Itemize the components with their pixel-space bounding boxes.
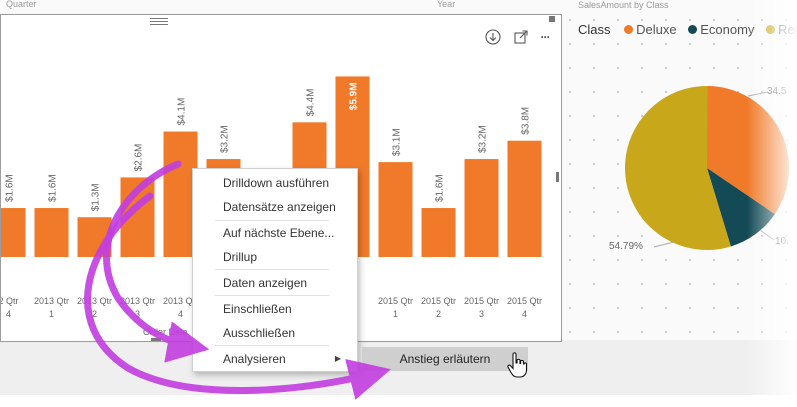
menu-item-include[interactable]: Einschließen [223, 299, 292, 319]
x-tick-label: 2013 Qtr [34, 296, 69, 306]
data-label: $1.6M [435, 174, 446, 202]
context-menu[interactable]: Drilldown ausführen Datensätze anzeigen … [192, 168, 358, 372]
x-tick-label: 3 [135, 309, 140, 319]
x-tick-label: 2013 Qtr [77, 296, 112, 306]
pie-label-regular: 54.79% [609, 241, 643, 252]
pie-label-economy: 10. [775, 236, 789, 247]
bar-2015-qtr-2[interactable] [421, 208, 456, 257]
leader-line [747, 91, 769, 97]
bar-2012-qtr-4[interactable] [1, 208, 26, 257]
x-tick-label: 4 [178, 309, 183, 319]
x-tick-label: 2015 Qtr [464, 296, 499, 306]
data-label: $4.4M [306, 89, 317, 117]
x-tick-label: 2015 Qtr [507, 296, 542, 306]
menu-separator [215, 295, 329, 296]
data-label: $2.6M [134, 144, 145, 172]
bar-2013-qtr-3[interactable] [120, 177, 155, 257]
data-label: $1.6M [48, 174, 59, 202]
menu-item-drilldown[interactable]: Drilldown ausführen [223, 173, 329, 193]
x-tick-label: 2015 Qtr [421, 296, 456, 306]
submenu-arrow-icon: ▶ [334, 354, 341, 363]
x-tick-label: 2 Qtr [1, 296, 19, 306]
bar-2015-qtr-3[interactable] [464, 159, 499, 257]
x-axis-title: Order Date [143, 327, 188, 337]
data-label: $3.1M [392, 128, 403, 156]
data-label: $3.2M [220, 125, 231, 153]
bar-2015-qtr-4[interactable] [507, 140, 542, 257]
pie-label-deluxe: 34.5 [767, 86, 787, 97]
leader-line [759, 229, 775, 241]
menu-item-analyze-label: Analysieren [223, 352, 286, 366]
menu-separator [215, 220, 329, 221]
menu-item-next-level[interactable]: Auf nächste Ebene... [223, 223, 334, 243]
hand-cursor-icon [507, 352, 527, 378]
data-label: $3.2M [478, 125, 489, 153]
menu-item-drillup[interactable]: Drillup [223, 247, 257, 267]
x-tick-label: 1 [393, 309, 398, 319]
x-tick-label: 4 [6, 309, 11, 319]
data-label: $4.1M [177, 98, 188, 126]
bar-2013-qtr-2[interactable] [77, 217, 112, 257]
menu-separator [215, 345, 329, 346]
x-tick-label: 2013 Qtr [120, 296, 155, 306]
explain-increase-option[interactable]: Anstieg erläutern [362, 347, 528, 371]
data-label: $1.3M [91, 183, 102, 211]
x-tick-label: 2 [92, 309, 97, 319]
menu-item-show-data[interactable]: Daten anzeigen [223, 273, 307, 293]
menu-item-exclude[interactable]: Ausschließen [223, 323, 295, 343]
x-tick-label: 1 [49, 309, 54, 319]
x-tick-label: 4 [522, 309, 527, 319]
leader-line [653, 241, 675, 248]
x-tick-label: 3 [479, 309, 484, 319]
menu-item-show-records[interactable]: Datensätze anzeigen [223, 197, 336, 217]
bar-2013-qtr-1[interactable] [34, 208, 69, 257]
menu-item-analyze[interactable]: Analysieren ▶ [223, 349, 349, 369]
data-label: $5.9M [349, 82, 360, 110]
data-label: $1.6M [5, 174, 16, 202]
x-tick-label: 2015 Qtr [378, 296, 413, 306]
data-label: $3.8M [521, 107, 532, 135]
bar-2015-qtr-1[interactable] [378, 162, 413, 257]
menu-separator [215, 269, 329, 270]
x-tick-label: 2 [436, 309, 441, 319]
